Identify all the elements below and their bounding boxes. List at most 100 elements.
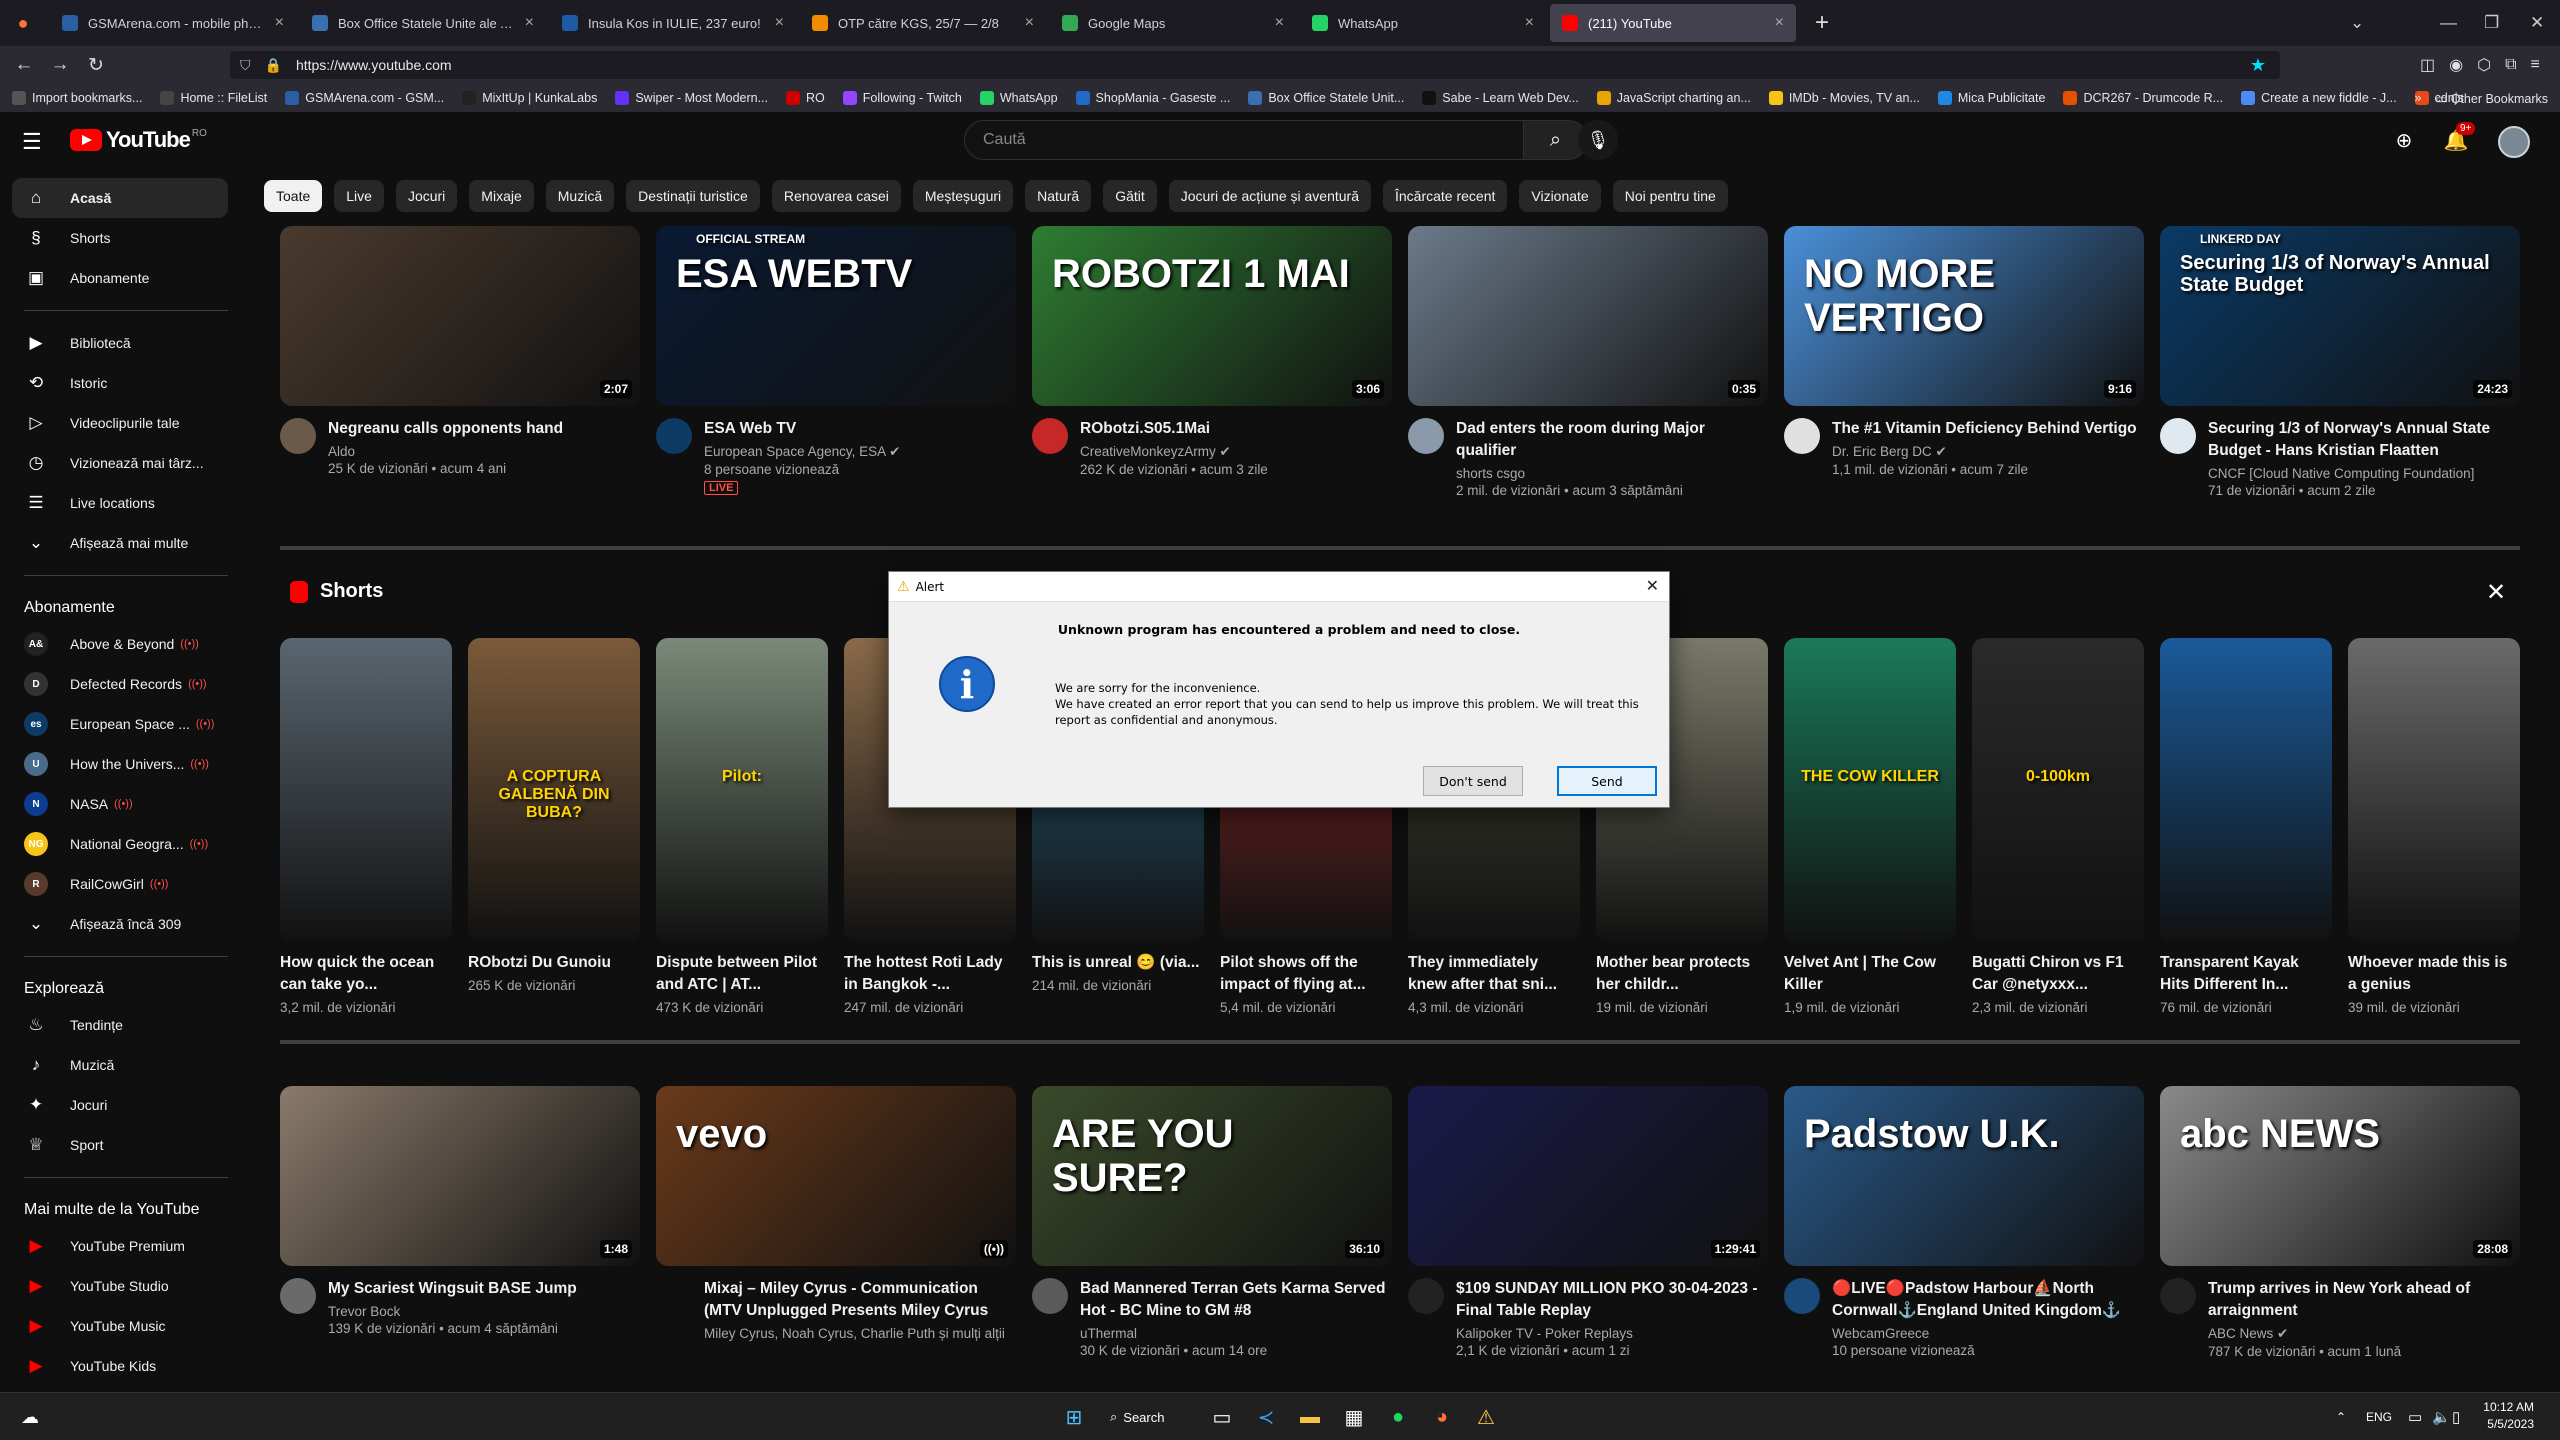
short-title[interactable]: Pilot shows off the impact of flying at.… <box>1220 952 1392 996</box>
weather-icon[interactable]: ☁ <box>14 1401 46 1433</box>
minimize-icon[interactable]: — <box>2440 0 2457 46</box>
video-title[interactable]: ESA Web TV <box>704 418 1016 440</box>
sidebar-item[interactable]: ◷ Vizionează mai târz... <box>12 443 228 483</box>
bookmark-item[interactable]: Import bookmarks... <box>12 91 142 105</box>
window-close-icon[interactable]: ✕ <box>2530 0 2544 46</box>
video-card[interactable]: abc NEWS 28:08 Trump arrives in New York a… <box>2160 1086 2520 1359</box>
account-icon[interactable]: ◉ <box>2449 55 2463 75</box>
browser-tab[interactable]: (211) YouTube × <box>1550 4 1796 42</box>
bookmark-item[interactable]: MixItUp | KunkaLabs <box>462 91 597 105</box>
bookmark-item[interactable]: Create a new fiddle - J... <box>2241 91 2397 105</box>
short-card[interactable]: Transparent Kayak Hits Different In... 76… <box>2160 638 2332 1015</box>
send-button[interactable]: Send <box>1557 766 1657 796</box>
short-title[interactable]: Transparent Kayak Hits Different In... <box>2160 952 2332 996</box>
sidebar-item[interactable]: ♪ Muzică <box>12 1045 228 1085</box>
new-tab-button[interactable]: + <box>1804 5 1840 41</box>
file-explorer-icon[interactable]: ▬ <box>1294 1401 1326 1433</box>
short-card[interactable]: THE COW KILLER Velvet Ant | The Cow Kille… <box>1784 638 1956 1015</box>
tab-close-icon[interactable]: × <box>1275 14 1284 32</box>
filter-chip[interactable]: Meșteșuguri <box>912 180 1014 212</box>
filter-chip[interactable]: Încărcate recent <box>1382 180 1508 212</box>
short-title[interactable]: Dispute between Pilot and ATC | AT... <box>656 952 828 996</box>
short-title[interactable]: RObotzi Du Gunoiu <box>468 952 640 974</box>
shorts-dismiss-icon[interactable]: ✕ <box>2486 578 2506 607</box>
sidebar-item[interactable]: ⌂ Acasă <box>12 178 228 218</box>
channel-avatar[interactable] <box>280 1278 316 1314</box>
video-title[interactable]: RObotzi.S05.1Mai <box>1080 418 1392 440</box>
bookmark-item[interactable]: Mica Publicitate <box>1937 91 2045 105</box>
filter-chip[interactable]: Mixaje <box>469 180 534 212</box>
sidebar-item[interactable]: ▶ YouTube Premium <box>12 1226 228 1266</box>
volume-icon[interactable]: 🔈 <box>2432 1393 2451 1440</box>
short-card[interactable]: A COPTURA GALBENĂ DIN BUBA? RObotzi Du Gu… <box>468 638 640 993</box>
browser-tab[interactable]: Box Office Statele Unite ale Am × <box>300 4 546 42</box>
video-thumbnail[interactable]: abc NEWS 28:08 <box>2160 1086 2520 1266</box>
browser-tab[interactable]: Google Maps × <box>1050 4 1296 42</box>
video-title[interactable]: Securing 1/3 of Norway's Annual State Bu… <box>2208 418 2520 462</box>
screenshot-icon[interactable]: ⧉ <box>2505 56 2516 74</box>
channel-name[interactable]: ABC News ✔ <box>2208 1326 2520 1342</box>
video-thumbnail[interactable]: 1:48 <box>280 1086 640 1266</box>
channel-name[interactable]: uThermal <box>1080 1326 1392 1341</box>
warning-app-icon[interactable]: ⚠ <box>1470 1401 1502 1433</box>
tab-close-icon[interactable]: × <box>1775 14 1784 32</box>
video-title[interactable]: Mixaj – Miley Cyrus - Communication (MTV… <box>704 1278 1016 1322</box>
tab-close-icon[interactable]: × <box>525 14 534 32</box>
language-indicator[interactable]: ENG <box>2366 1393 2392 1440</box>
voice-search-icon[interactable]: 🎙 <box>1578 120 1618 160</box>
browser-tab[interactable]: Insula Kos in IULIE, 237 euro! × <box>550 4 796 42</box>
channel-name[interactable]: shorts csgo <box>1456 466 1768 481</box>
avatar[interactable] <box>2498 126 2530 158</box>
filter-chip[interactable]: Jocuri de acțiune și aventură <box>1168 180 1371 212</box>
short-title[interactable]: Whoever made this is a genius <box>2348 952 2520 996</box>
clock[interactable]: 10:12 AM 5/5/2023 <box>2468 1399 2534 1433</box>
short-thumbnail[interactable] <box>280 638 452 942</box>
dont-send-button[interactable]: Don't send <box>1423 766 1523 796</box>
youtube-logo[interactable]: YouTube RO <box>70 127 207 152</box>
sidebar-item[interactable]: ▷ Videoclipurile tale <box>12 403 228 443</box>
sidebar-item[interactable]: ▶ Bibliotecă <box>12 323 228 363</box>
channel-avatar[interactable] <box>280 418 316 454</box>
channel-avatar[interactable] <box>1408 418 1444 454</box>
sidebar-item[interactable]: ✦ Jocuri <box>12 1085 228 1125</box>
filter-chip[interactable]: Jocuri <box>395 180 458 212</box>
pocket-icon[interactable]: ◫ <box>2420 55 2435 75</box>
bookmark-item[interactable]: Sabe - Learn Web Dev... <box>1422 91 1579 105</box>
short-thumbnail[interactable] <box>2160 638 2332 942</box>
reload-icon[interactable]: ↻ <box>78 48 114 82</box>
short-title[interactable]: Velvet Ant | The Cow Killer <box>1784 952 1956 996</box>
extensions-icon[interactable]: ⬡ <box>2477 55 2491 75</box>
firefox-view-icon[interactable]: ● <box>0 0 46 46</box>
video-thumbnail[interactable]: OFFICIAL STREAM ESA WEBTV <box>656 226 1016 406</box>
short-thumbnail[interactable] <box>2348 638 2520 942</box>
bookmark-star-icon[interactable]: ★ <box>2250 55 2266 76</box>
channel-name[interactable]: Trevor Bock <box>328 1304 640 1319</box>
sidebar-item[interactable]: ⌄ Afișează mai multe <box>12 523 228 563</box>
video-card[interactable]: ROBOTZI 1 MAI 3:06 RObotzi.S05.1Mai Creativ… <box>1032 226 1392 477</box>
menu-icon[interactable]: ≡ <box>2531 56 2540 74</box>
tab-close-icon[interactable]: × <box>775 14 784 32</box>
video-card[interactable]: 1:29:41 $109 SUNDAY MILLION PKO 30-04-202… <box>1408 1086 1768 1358</box>
short-thumbnail[interactable]: Pilot: <box>656 638 828 942</box>
channel-name[interactable]: Aldo <box>328 444 640 459</box>
video-thumbnail[interactable]: ROBOTZI 1 MAI 3:06 <box>1032 226 1392 406</box>
short-thumbnail[interactable]: THE COW KILLER <box>1784 638 1956 942</box>
channel-name[interactable]: Miley Cyrus, Noah Cyrus, Charlie Puth și… <box>704 1326 1016 1341</box>
video-thumbnail[interactable]: vevo ((•)) <box>656 1086 1016 1266</box>
bookmark-item[interactable]: Following - Twitch <box>842 91 962 105</box>
url-text[interactable]: https://www.youtube.com <box>296 57 452 73</box>
video-card[interactable]: vevo ((•)) Mixaj – Miley Cyrus - Communica… <box>656 1086 1016 1341</box>
lock-icon[interactable]: 🔒 <box>265 57 282 74</box>
video-title[interactable]: 🔴LIVE🔴Padstow Harbour⛵North Cornwall⚓Eng… <box>1832 1278 2144 1322</box>
short-title[interactable]: How quick the ocean can take yo... <box>280 952 452 996</box>
back-icon[interactable]: ← <box>6 48 42 82</box>
bookmark-item[interactable]: GSMArena.com - GSM... <box>285 91 444 105</box>
hamburger-menu-icon[interactable]: ☰ <box>22 129 42 155</box>
short-title[interactable]: The hottest Roti Lady in Bangkok -... <box>844 952 1016 996</box>
sidebar-subscription[interactable]: NG National Geogra... ((•)) <box>12 824 228 864</box>
bookmark-item[interactable]: Box Office Statele Unit... <box>1248 91 1404 105</box>
video-card[interactable]: OFFICIAL STREAM ESA WEBTV ESA Web TV Europe… <box>656 226 1016 496</box>
filter-chip[interactable]: Live <box>334 180 384 212</box>
filter-chip[interactable]: Gătit <box>1103 180 1157 212</box>
video-thumbnail[interactable]: 0:35 <box>1408 226 1768 406</box>
